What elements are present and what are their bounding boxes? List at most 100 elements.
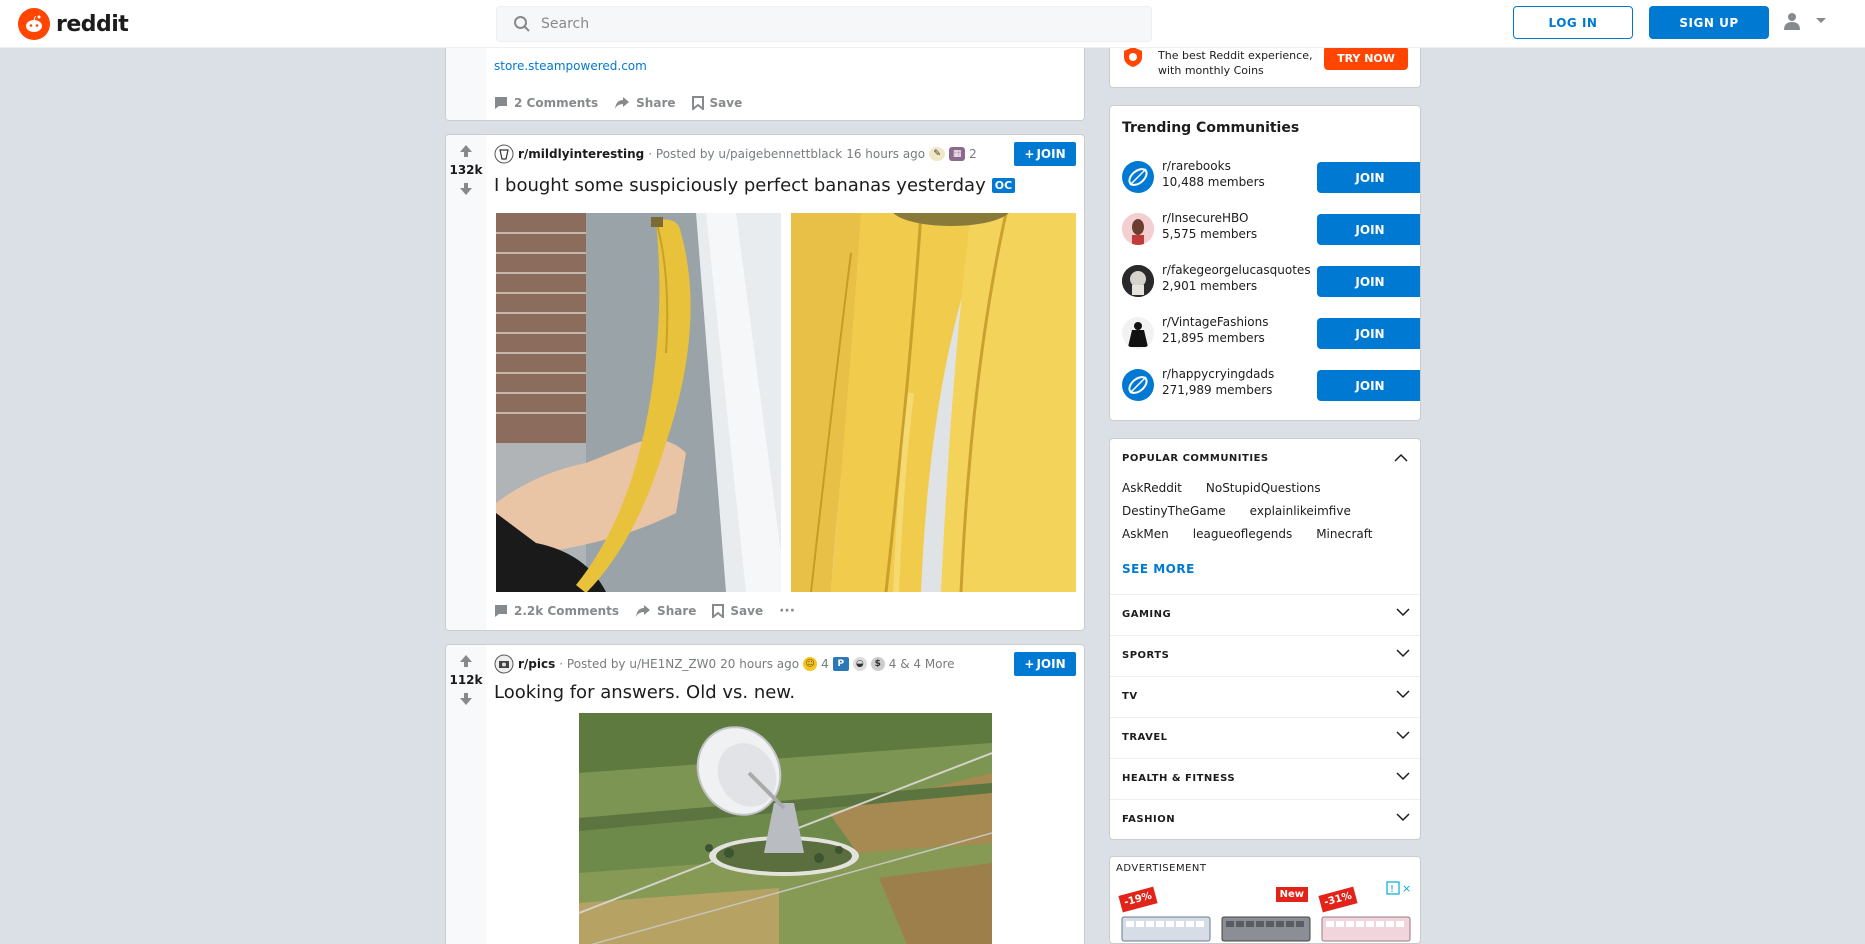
popular-communities-card: POPULAR COMMUNITIES AskReddit NoStupidQu… bbox=[1109, 438, 1421, 840]
post-image[interactable] bbox=[579, 713, 992, 944]
award-icon[interactable]: $ bbox=[870, 657, 885, 671]
vote-count: 132k bbox=[449, 163, 483, 177]
upvote-icon[interactable] bbox=[458, 653, 474, 669]
reddit-logo[interactable]: reddit bbox=[18, 8, 129, 40]
join-button[interactable]: + JOIN bbox=[1014, 142, 1076, 166]
post-title[interactable]: I bought some suspiciously perfect banan… bbox=[494, 175, 1016, 196]
post-card-pics[interactable]: 112k r/pics · Posted by u/HE1NZ_ZW0 20 h… bbox=[445, 644, 1085, 944]
post-link[interactable]: store.steampowered.com bbox=[494, 59, 647, 73]
category-travel[interactable]: TRAVEL bbox=[1110, 717, 1420, 758]
post-content: r/pics · Posted by u/HE1NZ_ZW0 20 hours … bbox=[486, 645, 1084, 944]
posted-by[interactable]: · Posted by u/HE1NZ_ZW0 bbox=[559, 657, 716, 671]
award-icon[interactable]: ◒ bbox=[852, 657, 867, 671]
join-button[interactable]: JOIN bbox=[1317, 318, 1420, 349]
ad-product-2[interactable]: New bbox=[1220, 887, 1312, 943]
category-fashion[interactable]: FASHION bbox=[1110, 799, 1420, 839]
award-icon[interactable]: ☺ bbox=[803, 657, 818, 671]
community-name[interactable]: r/fakegeorgelucasquotes bbox=[1162, 263, 1311, 277]
join-button[interactable]: JOIN bbox=[1317, 370, 1420, 401]
posted-by[interactable]: · Posted by u/paigebennettblack bbox=[648, 147, 842, 161]
community-members: 10,488 members bbox=[1162, 175, 1265, 189]
post-content: r/mildlyinteresting · Posted by u/paigeb… bbox=[486, 135, 1084, 630]
community-link[interactable]: NoStupidQuestions bbox=[1206, 481, 1321, 495]
user-dropdown[interactable] bbox=[1783, 12, 1827, 30]
join-button[interactable]: + JOIN bbox=[1014, 652, 1076, 676]
previous-post-card[interactable]: store.steampowered.com 2 Comments Share … bbox=[445, 40, 1085, 121]
share-button[interactable]: Share bbox=[614, 96, 676, 110]
community-members: 21,895 members bbox=[1162, 331, 1265, 345]
try-now-button[interactable]: TRY NOW bbox=[1324, 46, 1408, 70]
downvote-icon[interactable] bbox=[458, 691, 474, 707]
see-more-link[interactable]: SEE MORE bbox=[1122, 562, 1195, 576]
subreddit-icon[interactable] bbox=[494, 654, 514, 674]
community-name[interactable]: r/VintageFashions bbox=[1162, 315, 1268, 329]
save-button[interactable]: Save bbox=[712, 604, 763, 618]
search-bar[interactable] bbox=[496, 6, 1152, 42]
oc-flair: OC bbox=[991, 178, 1016, 193]
community-link[interactable]: DestinyTheGame bbox=[1122, 504, 1226, 518]
category-health-fitness[interactable]: HEALTH & FITNESS bbox=[1110, 758, 1420, 799]
downvote-icon[interactable] bbox=[458, 181, 474, 197]
post-meta: r/pics · Posted by u/HE1NZ_ZW0 20 hours … bbox=[494, 654, 955, 674]
category-label: TV bbox=[1122, 691, 1138, 702]
comments-button[interactable]: 2 Comments bbox=[494, 96, 598, 110]
comment-icon bbox=[495, 605, 507, 617]
subreddit-link[interactable]: r/mildlyinteresting bbox=[518, 147, 644, 161]
trending-item[interactable]: r/rarebooks 10,488 members JOIN bbox=[1122, 155, 1420, 199]
search-input[interactable] bbox=[541, 16, 1121, 32]
community-link[interactable]: explainlikeimfive bbox=[1250, 504, 1351, 518]
category-gaming[interactable]: GAMING bbox=[1110, 594, 1420, 635]
trending-item[interactable]: r/InsecureHBO 5,575 members JOIN bbox=[1122, 207, 1420, 251]
subreddit-icon[interactable] bbox=[494, 144, 514, 164]
more-options-button[interactable]: ··· bbox=[779, 603, 795, 619]
community-link[interactable]: leagueoflegends bbox=[1193, 527, 1292, 541]
vote-count: 112k bbox=[449, 673, 483, 687]
category-sports[interactable]: SPORTS bbox=[1110, 635, 1420, 676]
award-p-icon[interactable]: P bbox=[832, 657, 849, 671]
chevron-down-icon bbox=[1816, 18, 1826, 23]
category-tv[interactable]: TV bbox=[1110, 676, 1420, 717]
join-button[interactable]: JOIN bbox=[1317, 162, 1420, 193]
community-link[interactable]: AskMen bbox=[1122, 527, 1169, 541]
vote-column: 132k bbox=[446, 135, 486, 630]
logo-wordmark: reddit bbox=[56, 11, 129, 37]
chevron-up-icon[interactable] bbox=[1394, 453, 1408, 463]
comments-button[interactable]: 2.2k Comments bbox=[494, 604, 619, 618]
chevron-down-icon bbox=[1396, 649, 1410, 658]
save-button[interactable]: Save bbox=[691, 96, 742, 110]
premium-line-2: with monthly Coins bbox=[1158, 64, 1264, 77]
post-card-bananas[interactable]: 132k r/mildlyinteresting · Posted by u/p… bbox=[445, 134, 1085, 631]
community-link[interactable]: AskReddit bbox=[1122, 481, 1182, 495]
reddit-alien-icon bbox=[18, 8, 50, 40]
join-button[interactable]: JOIN bbox=[1317, 266, 1420, 297]
category-label: GAMING bbox=[1122, 609, 1172, 620]
share-button[interactable]: Share bbox=[635, 604, 696, 618]
trending-title: Trending Communities bbox=[1122, 120, 1300, 136]
community-name[interactable]: r/rarebooks bbox=[1162, 159, 1231, 173]
community-name[interactable]: r/InsecureHBO bbox=[1162, 211, 1249, 225]
vote-column bbox=[446, 40, 486, 120]
post-time: 16 hours ago bbox=[846, 147, 926, 161]
trending-item[interactable]: r/happycryingdads 271,989 members JOIN bbox=[1122, 363, 1420, 407]
login-button[interactable]: LOG IN bbox=[1513, 6, 1633, 39]
advertisement-card[interactable]: ADVERTISEMENT ! × -19% New -31% bbox=[1109, 856, 1421, 944]
chevron-down-icon bbox=[1396, 772, 1410, 781]
post-image-left[interactable] bbox=[496, 213, 781, 592]
join-button[interactable]: JOIN bbox=[1317, 214, 1420, 245]
award-icon[interactable]: ✎ bbox=[929, 147, 946, 161]
post-title[interactable]: Looking for answers. Old vs. new. bbox=[494, 682, 795, 703]
trending-item[interactable]: r/fakegeorgelucasquotes 2,901 members JO… bbox=[1122, 259, 1420, 303]
upvote-icon[interactable] bbox=[458, 143, 474, 159]
ad-product-3[interactable]: -31% bbox=[1318, 886, 1412, 943]
award-count: 2 bbox=[969, 147, 977, 161]
community-link[interactable]: Minecraft bbox=[1316, 527, 1372, 541]
subreddit-link[interactable]: r/pics bbox=[518, 657, 555, 671]
community-name[interactable]: r/happycryingdads bbox=[1162, 367, 1274, 381]
signup-button[interactable]: SIGN UP bbox=[1649, 6, 1769, 39]
trending-item[interactable]: r/VintageFashions 21,895 members JOIN bbox=[1122, 311, 1420, 355]
community-avatar bbox=[1122, 161, 1154, 193]
popular-title: POPULAR COMMUNITIES bbox=[1122, 453, 1269, 464]
award-icon[interactable]: ▦ bbox=[949, 147, 966, 161]
post-image-right[interactable] bbox=[791, 213, 1076, 592]
ad-product-1[interactable]: -19% bbox=[1118, 886, 1212, 943]
